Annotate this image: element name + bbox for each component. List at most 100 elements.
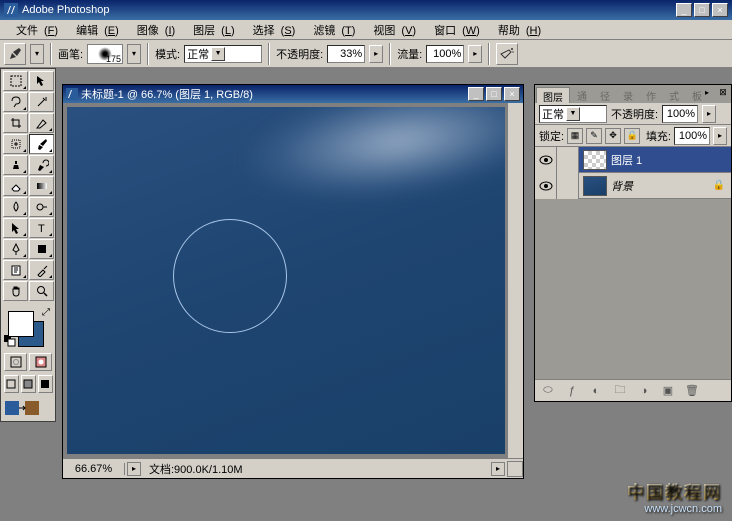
new-group-button[interactable]: 🗀 [611, 383, 629, 399]
opacity-slider-toggle[interactable]: ▸ [369, 45, 383, 63]
layer-opacity-slider[interactable]: ▸ [702, 105, 716, 123]
lock-all-button[interactable]: 🔒 [624, 128, 640, 144]
screen-standard-button[interactable] [4, 375, 19, 393]
layer-thumbnail[interactable] [583, 176, 607, 196]
slice-tool[interactable] [29, 113, 54, 133]
link-layers-button[interactable]: ⬭ [539, 383, 557, 399]
layer-opacity-input[interactable]: 100% [662, 105, 698, 123]
path-select-tool[interactable] [3, 218, 28, 238]
minimize-button[interactable]: _ [676, 3, 692, 17]
link-cell[interactable] [557, 147, 579, 173]
layer-row[interactable]: 图层 1 [535, 147, 731, 173]
panel-menu-button[interactable]: ▸ [705, 88, 715, 98]
link-cell[interactable] [557, 173, 579, 199]
layer-mask-button[interactable]: ◐ [587, 383, 605, 399]
delete-layer-button[interactable]: 🗑 [683, 383, 701, 399]
blend-mode-select[interactable]: 正常 ▼ [184, 45, 262, 63]
maximize-button[interactable]: □ [694, 3, 710, 17]
watermark-text: 中国教程网 [627, 478, 722, 503]
menu-layer[interactable]: 图层(L) [181, 20, 240, 40]
menu-image[interactable]: 图像(I) [125, 20, 181, 40]
swap-colors-icon[interactable]: ⤢ [42, 307, 50, 318]
document-icon [66, 88, 78, 100]
menu-view[interactable]: 视图(V) [361, 20, 422, 40]
new-layer-button[interactable]: ▣ [659, 383, 677, 399]
layer-name[interactable]: 背景 [611, 178, 633, 194]
pen-tool[interactable] [3, 239, 28, 259]
marquee-tool[interactable] [3, 71, 28, 91]
blur-tool[interactable] [3, 197, 28, 217]
status-popup-button[interactable]: ▸ [127, 462, 141, 476]
foreground-color[interactable] [8, 311, 34, 337]
layer-name[interactable]: 图层 1 [611, 152, 642, 168]
screen-menubar-button[interactable] [21, 375, 36, 393]
hand-tool[interactable] [3, 281, 28, 301]
shape-tool[interactable] [29, 239, 54, 259]
brush-tool[interactable] [29, 134, 54, 154]
doc-minimize-button[interactable]: _ [468, 87, 484, 101]
standard-mode-button[interactable] [4, 353, 27, 371]
close-button[interactable]: × [712, 3, 728, 17]
menu-edit[interactable]: 编辑(E) [64, 20, 125, 40]
crop-tool[interactable] [3, 113, 28, 133]
history-brush-tool[interactable] [29, 155, 54, 175]
tab-styles[interactable]: 式 [663, 87, 685, 103]
lock-transparency-button[interactable]: ▦ [567, 128, 583, 144]
brush-dropdown[interactable]: ▾ [127, 44, 141, 64]
menu-window[interactable]: 窗口(W) [422, 20, 486, 40]
flow-input[interactable]: 100% [426, 45, 464, 63]
doc-maximize-button[interactable]: □ [486, 87, 502, 101]
zoom-tool[interactable] [29, 281, 54, 301]
screen-full-button[interactable] [38, 375, 53, 393]
zoom-field[interactable]: 66.67% [63, 463, 125, 475]
current-tool-icon[interactable] [4, 43, 26, 65]
canvas[interactable] [67, 107, 505, 454]
tool-preset-dropdown[interactable]: ▾ [30, 44, 44, 64]
tab-history[interactable]: 录 [617, 87, 639, 103]
dodge-tool[interactable] [29, 197, 54, 217]
healing-brush-tool[interactable] [3, 134, 28, 154]
clone-stamp-tool[interactable] [3, 155, 28, 175]
panel-close-button[interactable]: ⊠ [717, 86, 729, 98]
quickmask-mode-button[interactable] [29, 353, 52, 371]
gradient-tool[interactable] [29, 176, 54, 196]
layer-thumbnail[interactable] [583, 150, 607, 170]
tab-channels[interactable]: 通 [571, 87, 593, 103]
eraser-tool[interactable] [3, 176, 28, 196]
flow-label: 流量: [397, 46, 422, 62]
doc-close-button[interactable]: × [504, 87, 520, 101]
jump-to-imageready[interactable] [1, 395, 55, 421]
layer-blend-select[interactable]: 正常 ▼ [539, 105, 607, 123]
airbrush-toggle[interactable] [496, 43, 518, 65]
visibility-toggle[interactable] [535, 147, 557, 173]
document-titlebar[interactable]: 未标题-1 @ 66.7% (图层 1, RGB/8) _ □ × [63, 85, 523, 103]
status-menu-button[interactable]: ▸ [491, 462, 505, 476]
blend-opacity-row: 正常 ▼ 不透明度: 100% ▸ [535, 103, 731, 125]
fill-input[interactable]: 100% [674, 127, 710, 145]
tab-paths[interactable]: 径 [594, 87, 616, 103]
lock-position-button[interactable]: ✥ [605, 128, 621, 144]
move-tool[interactable] [29, 71, 54, 91]
flow-slider-toggle[interactable]: ▸ [468, 45, 482, 63]
scroll-left-button[interactable] [507, 461, 523, 477]
visibility-toggle[interactable] [535, 173, 557, 199]
vertical-scrollbar[interactable] [507, 103, 523, 458]
magic-wand-tool[interactable] [29, 92, 54, 112]
menu-select[interactable]: 选择(S) [241, 20, 302, 40]
notes-tool[interactable] [3, 260, 28, 280]
eyedropper-tool[interactable] [29, 260, 54, 280]
layer-style-button[interactable]: ƒ [563, 383, 581, 399]
adjustment-layer-button[interactable]: ◑ [635, 383, 653, 399]
fill-slider[interactable]: ▸ [713, 127, 727, 145]
menu-file[interactable]: 文件(F) [4, 20, 64, 40]
tab-layers[interactable]: 图层 [536, 87, 570, 103]
menu-help[interactable]: 帮助(H) [486, 20, 547, 40]
tab-actions[interactable]: 作 [640, 87, 662, 103]
opacity-input[interactable]: 33% [327, 45, 365, 63]
menu-filter[interactable]: 滤镜(T) [301, 20, 361, 40]
brush-preview[interactable]: 175 [87, 44, 123, 64]
lock-pixels-button[interactable]: ✎ [586, 128, 602, 144]
lasso-tool[interactable] [3, 92, 28, 112]
type-tool[interactable]: T [29, 218, 54, 238]
layer-row[interactable]: 背景 🔒 [535, 173, 731, 199]
